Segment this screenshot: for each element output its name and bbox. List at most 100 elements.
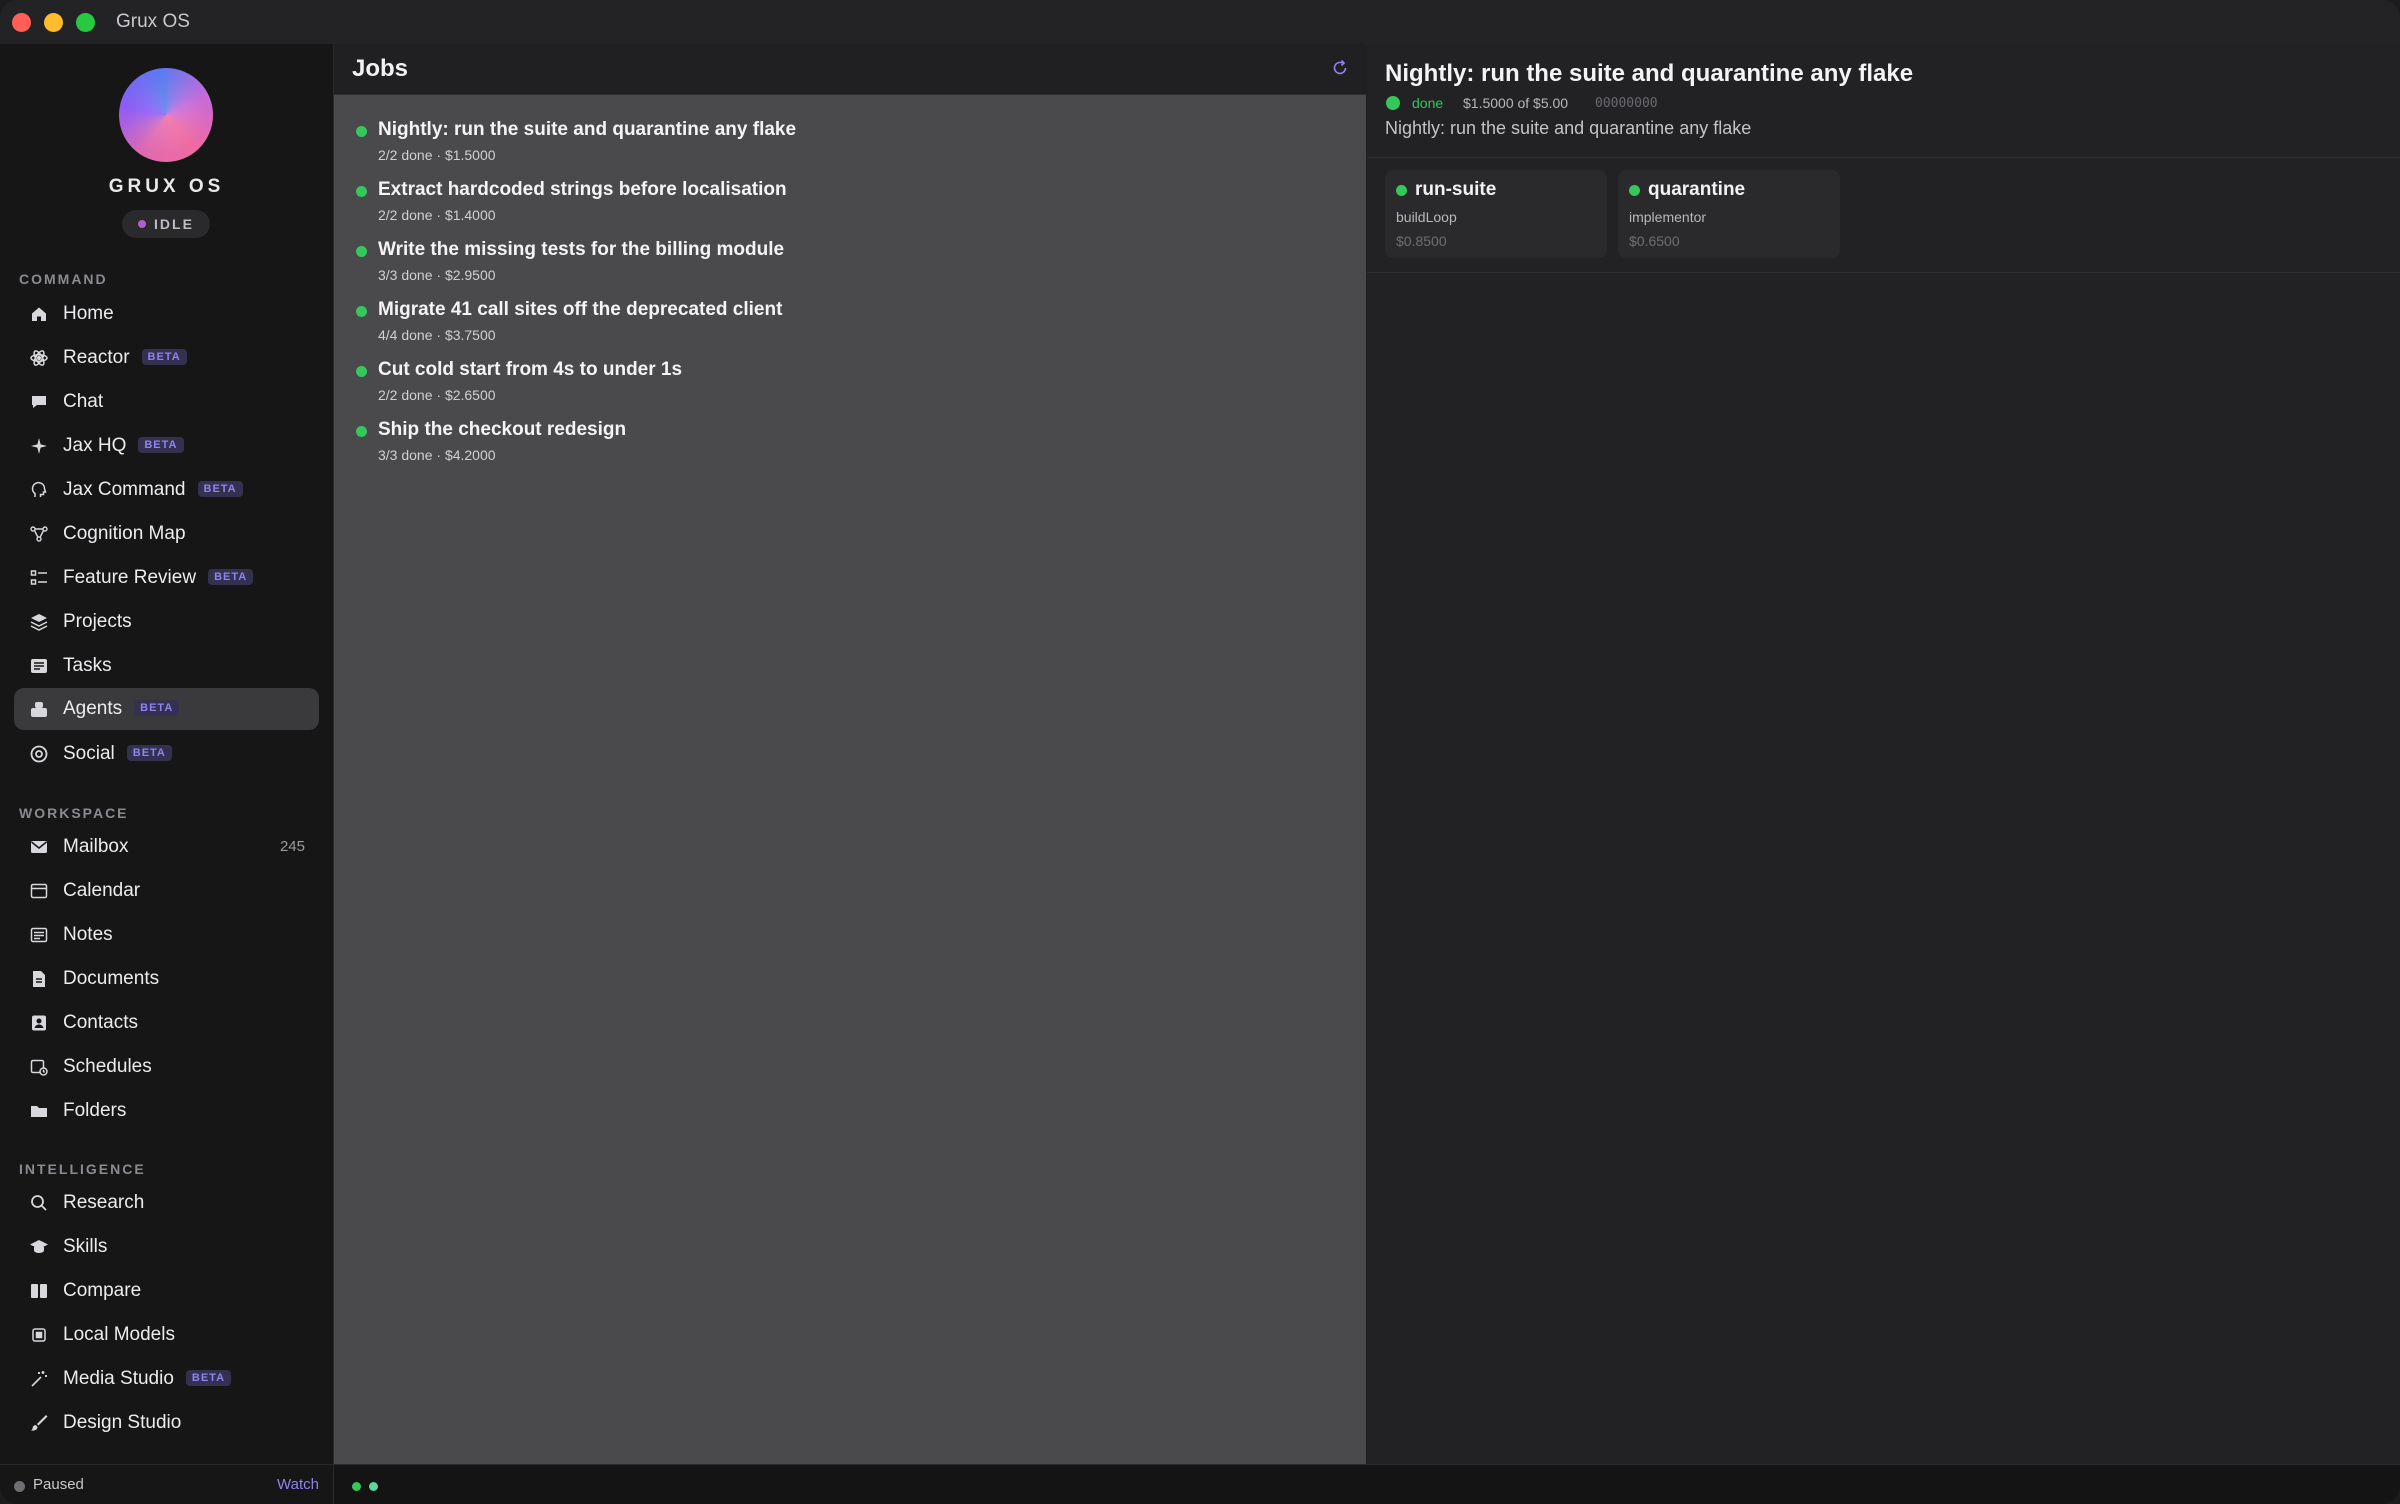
step-card[interactable]: run-suite buildLoop $0.8500 xyxy=(1385,170,1607,258)
job-meta: 2/2 done · $2.6500 xyxy=(378,387,496,403)
sidebar-item-label: Agents xyxy=(63,698,123,719)
brush-icon xyxy=(29,1413,49,1433)
step-cost: $0.6500 xyxy=(1629,233,1680,249)
job-status-dot xyxy=(356,426,367,437)
avatar[interactable] xyxy=(119,68,213,162)
job-title: Extract hardcoded strings before localis… xyxy=(378,179,787,200)
folder-icon xyxy=(29,1101,49,1121)
brand-name: GRUX OS xyxy=(108,176,225,197)
document-icon xyxy=(29,969,49,989)
sidebar-item-label: Tasks xyxy=(63,655,112,676)
magic-wand-icon xyxy=(29,1369,49,1389)
status-badge: IDLE xyxy=(122,210,210,238)
sidebar-item-label: Calendar xyxy=(63,880,141,901)
job-row[interactable]: Extract hardcoded strings before localis… xyxy=(356,179,1336,235)
sidebar-item-agents[interactable]: Agents BETA xyxy=(14,688,319,730)
divider xyxy=(1367,272,2400,273)
sidebar-item-label: Local Models xyxy=(63,1324,175,1345)
refresh-icon[interactable] xyxy=(1330,58,1350,78)
sidebar-item-compare[interactable]: Compare xyxy=(14,1270,319,1312)
sidebar-item-label: Projects xyxy=(63,611,132,632)
sidebar-item-notes[interactable]: Notes xyxy=(14,914,319,956)
sidebar-item-cognition-map[interactable]: Cognition Map xyxy=(14,513,319,555)
sidebar-item-schedules[interactable]: Schedules xyxy=(14,1046,319,1088)
atom-icon xyxy=(29,348,49,368)
bottom-status-bar xyxy=(334,1464,2400,1504)
window-title: Grux OS xyxy=(116,11,190,32)
beta-badge: BETA xyxy=(208,569,254,585)
paused-status: Paused xyxy=(33,1476,84,1493)
section-command: COMMAND xyxy=(19,271,108,287)
sidebar-item-jax-hq[interactable]: Jax HQ BETA xyxy=(14,425,319,467)
sidebar-item-mailbox[interactable]: Mailbox 245 xyxy=(14,826,319,868)
page-title: Jobs xyxy=(352,55,409,82)
checklist-icon xyxy=(29,568,49,588)
job-meta: 2/2 done · $1.5000 xyxy=(378,147,496,163)
sidebar-item-tasks[interactable]: Tasks xyxy=(14,645,319,687)
job-row[interactable]: Write the missing tests for the billing … xyxy=(356,239,1336,295)
sidebar-item-jax-command[interactable]: Jax Command BETA xyxy=(14,469,319,511)
sidebar-item-feature-review[interactable]: Feature Review BETA xyxy=(14,557,319,599)
sidebar-item-calendar[interactable]: Calendar xyxy=(14,870,319,912)
step-role: implementor xyxy=(1629,209,1707,225)
job-status-dot xyxy=(356,246,367,257)
job-meta: 2/2 done · $1.4000 xyxy=(378,207,496,223)
beta-badge: BETA xyxy=(185,1370,232,1386)
at-icon xyxy=(29,744,49,764)
beta-badge: BETA xyxy=(197,481,243,497)
zoom-window-button[interactable] xyxy=(76,13,95,32)
sidebar-item-label: Chat xyxy=(63,391,104,412)
home-icon xyxy=(29,304,49,324)
divider xyxy=(1367,157,2400,158)
step-name: quarantine xyxy=(1648,179,1746,200)
job-status-dot xyxy=(356,186,367,197)
job-row[interactable]: Ship the checkout redesign 3/3 done · $4… xyxy=(356,419,1336,475)
unread-count: 245 xyxy=(279,838,305,855)
sidebar-item-home[interactable]: Home xyxy=(14,293,319,335)
contacts-icon xyxy=(29,1013,49,1033)
sidebar-item-label: Feature Review xyxy=(63,567,197,588)
sidebar-item-design-studio[interactable]: Design Studio xyxy=(14,1402,319,1444)
job-row[interactable]: Nightly: run the suite and quarantine an… xyxy=(356,119,1336,175)
step-status-dot xyxy=(1396,185,1407,196)
job-detail-panel: Nightly: run the suite and quarantine an… xyxy=(1367,44,2400,1464)
minimize-window-button[interactable] xyxy=(44,13,63,32)
sidebar-item-label: Schedules xyxy=(63,1056,152,1077)
graduation-cap-icon xyxy=(29,1237,49,1257)
sidebar-item-contacts[interactable]: Contacts xyxy=(14,1002,319,1044)
sidebar-item-folders[interactable]: Folders xyxy=(14,1090,319,1132)
sidebar-item-social[interactable]: Social BETA xyxy=(14,733,319,775)
close-window-button[interactable] xyxy=(12,13,31,32)
sidebar-item-label: Social xyxy=(63,743,115,764)
job-title: Write the missing tests for the billing … xyxy=(378,239,785,260)
job-detail-description: Nightly: run the suite and quarantine an… xyxy=(1385,118,1752,138)
jobs-header: Jobs xyxy=(334,44,1366,95)
sidebar-item-label: Media Studio xyxy=(63,1368,174,1389)
columns-icon xyxy=(29,1281,49,1301)
app-window: Grux OS GRUX OS IDLE COMMAND Home Reacto… xyxy=(0,0,2400,1504)
sidebar-item-media-studio[interactable]: Media Studio BETA xyxy=(14,1358,319,1400)
status-label: IDLE xyxy=(154,216,194,232)
watch-button[interactable]: Watch xyxy=(277,1476,319,1493)
title-bar: Grux OS xyxy=(0,0,2400,45)
step-status-dot xyxy=(1629,185,1640,196)
graph-icon xyxy=(29,524,49,544)
tasks-icon xyxy=(29,656,49,676)
sidebar-item-projects[interactable]: Projects xyxy=(14,601,319,643)
sidebar-item-reactor[interactable]: Reactor BETA xyxy=(14,337,319,379)
job-row[interactable]: Cut cold start from 4s to under 1s 2/2 d… xyxy=(356,359,1336,415)
beta-badge: BETA xyxy=(134,700,180,716)
sidebar-item-label: Documents xyxy=(63,968,160,989)
sidebar-item-skills[interactable]: Skills xyxy=(14,1226,319,1268)
sidebar-item-local-models[interactable]: Local Models xyxy=(14,1314,319,1356)
sidebar-item-research[interactable]: Research xyxy=(14,1182,319,1224)
job-row[interactable]: Migrate 41 call sites off the deprecated… xyxy=(356,299,1336,355)
step-card[interactable]: quarantine implementor $0.6500 xyxy=(1618,170,1840,258)
search-icon xyxy=(29,1193,49,1213)
status-dot-icon xyxy=(138,220,147,228)
agents-icon xyxy=(29,699,49,719)
sidebar-item-documents[interactable]: Documents xyxy=(14,958,319,1000)
job-status-dot xyxy=(356,306,367,317)
sidebar-item-chat[interactable]: Chat xyxy=(14,381,319,423)
job-title: Migrate 41 call sites off the deprecated… xyxy=(378,299,783,320)
